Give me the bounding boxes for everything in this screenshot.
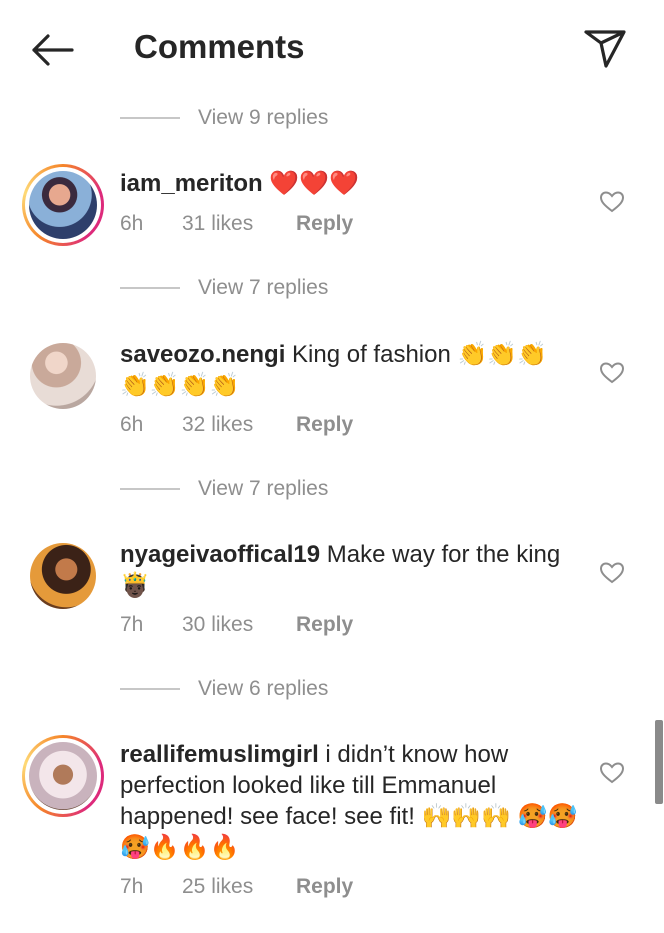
comment-meta: 6h 31 likes Reply bbox=[120, 212, 353, 236]
comment-text: reallifemuslimgirl i didn’t know how per… bbox=[120, 739, 582, 863]
view-replies-toggle[interactable]: View 6 replies bbox=[120, 674, 328, 704]
paper-plane-icon bbox=[584, 30, 626, 68]
comment-meta: 7h 25 likes Reply bbox=[120, 875, 353, 899]
reply-button[interactable]: Reply bbox=[296, 413, 353, 437]
avatar-image bbox=[30, 343, 96, 409]
comment-username[interactable]: nyageivaoffical19 bbox=[120, 541, 320, 568]
divider-line bbox=[120, 488, 180, 490]
heart-outline-icon bbox=[599, 762, 625, 784]
page-title: Comments bbox=[134, 28, 305, 65]
view-replies-toggle[interactable]: View 9 replies bbox=[120, 103, 328, 133]
comment-text: iam_meriton ❤️❤️❤️ bbox=[120, 168, 582, 199]
comment-text: nyageivaoffical19 Make way for the king … bbox=[120, 539, 582, 601]
scrollbar[interactable] bbox=[655, 720, 663, 804]
comment-time: 7h bbox=[120, 875, 144, 898]
back-button[interactable] bbox=[28, 30, 76, 70]
avatar[interactable] bbox=[22, 164, 104, 246]
avatar-image bbox=[29, 171, 97, 239]
arrow-left-icon bbox=[32, 34, 74, 66]
avatar-image bbox=[29, 742, 97, 810]
comment-meta: 6h 32 likes Reply bbox=[120, 413, 353, 437]
comment-likes[interactable]: 25 likes bbox=[182, 875, 296, 899]
view-replies-label: View 7 replies bbox=[198, 477, 329, 500]
heart-outline-icon bbox=[599, 562, 625, 584]
avatar[interactable] bbox=[30, 343, 96, 409]
comment-time: 7h bbox=[120, 613, 144, 636]
avatar-image bbox=[30, 543, 96, 609]
comment-likes[interactable]: 30 likes bbox=[182, 613, 296, 637]
avatar[interactable] bbox=[22, 735, 104, 817]
view-replies-toggle[interactable]: View 7 replies bbox=[120, 273, 328, 303]
view-replies-label: View 9 replies bbox=[198, 106, 329, 129]
reply-button[interactable]: Reply bbox=[296, 212, 353, 236]
like-button[interactable] bbox=[599, 561, 625, 585]
like-button[interactable] bbox=[599, 361, 625, 385]
divider-line bbox=[120, 287, 180, 289]
divider-line bbox=[120, 688, 180, 690]
comment-meta: 7h 30 likes Reply bbox=[120, 613, 353, 637]
comment-text: saveozo.nengi King of fashion 👏👏👏 👏👏👏👏 bbox=[120, 339, 582, 401]
heart-outline-icon bbox=[599, 191, 625, 213]
like-button[interactable] bbox=[599, 761, 625, 785]
heart-outline-icon bbox=[599, 362, 625, 384]
divider-line bbox=[120, 117, 180, 119]
comment-username[interactable]: reallifemuslimgirl bbox=[120, 741, 319, 768]
share-button[interactable] bbox=[582, 26, 628, 70]
view-replies-toggle[interactable]: View 7 replies bbox=[120, 474, 328, 504]
comment-likes[interactable]: 31 likes bbox=[182, 212, 296, 236]
view-replies-label: View 7 replies bbox=[198, 276, 329, 299]
comment-username[interactable]: saveozo.nengi bbox=[120, 341, 285, 368]
header-bar: Comments bbox=[0, 0, 664, 96]
view-replies-label: View 6 replies bbox=[198, 677, 329, 700]
like-button[interactable] bbox=[599, 190, 625, 214]
avatar[interactable] bbox=[30, 543, 96, 609]
comment-time: 6h bbox=[120, 413, 144, 436]
comment-time: 6h bbox=[120, 212, 144, 235]
comment-username[interactable]: iam_meriton bbox=[120, 170, 263, 197]
reply-button[interactable]: Reply bbox=[296, 613, 353, 637]
comment-likes[interactable]: 32 likes bbox=[182, 413, 296, 437]
comment-body: ❤️❤️❤️ bbox=[262, 170, 360, 197]
reply-button[interactable]: Reply bbox=[296, 875, 353, 899]
